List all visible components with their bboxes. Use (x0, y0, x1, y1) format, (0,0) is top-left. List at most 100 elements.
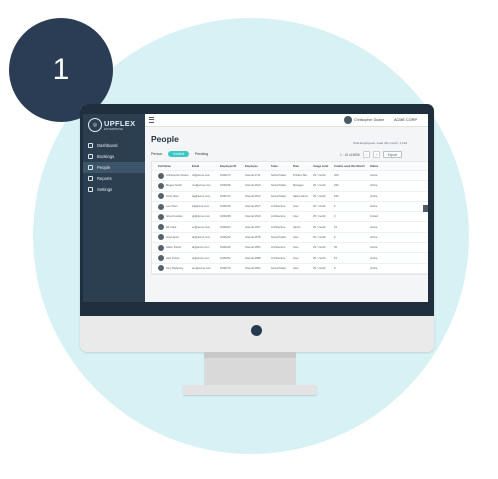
dashboard-icon (88, 143, 93, 148)
hamburger-menu-icon[interactable] (149, 117, 154, 123)
cell-status: Active (370, 225, 378, 229)
sidebar-item-dashboard[interactable]: Dashboard (83, 140, 145, 151)
table-row[interactable]: Alex Torres at@acme.com 1000252 Interval 46… (152, 253, 428, 264)
column-header-role[interactable]: Role (293, 165, 313, 168)
avatar (158, 244, 164, 251)
cell-name: Alex Torres (152, 255, 192, 262)
sidebar: ◎ UPFLEX ENTERPRISE Dashboard Bookings P… (83, 114, 145, 302)
cell-name: Megan Smith (152, 182, 192, 189)
table-row[interactable]: Leo Chen lc@acme.com 1000219 Interval 4617 A… (152, 202, 428, 213)
export-button[interactable]: Export (382, 151, 403, 158)
cell-credits: 15 (334, 225, 337, 229)
cell-name: Ed Clark (152, 224, 192, 231)
cell-usage-limit: 25 / month (313, 194, 326, 198)
pagination: 1 - 10 of 8096 ‹ › Export (340, 151, 403, 158)
cell-credits: 180 (334, 194, 339, 198)
cell-role: Sales Admin (293, 194, 308, 198)
cell-team: Architecture (271, 205, 286, 209)
column-header-credits[interactable]: Credits used this Month (334, 165, 370, 168)
tab-person[interactable]: Person (151, 152, 162, 156)
table-row[interactable]: Christopher Duane cd@acme.com 1000274 Inter… (152, 171, 428, 182)
page-info: Total Employees: used this month: 1,124 (353, 141, 408, 145)
cell-name: Christopher Duane (152, 172, 192, 179)
cell-employee: Interval 4678 (245, 235, 261, 239)
cell-employee-id: 1000238 (220, 215, 231, 219)
cell-role: User (293, 256, 299, 260)
cell-email: cd@acme.com (192, 174, 210, 178)
cell-employee: Interval 4613 (245, 184, 261, 188)
cell-employee: Interval 4627 (245, 225, 261, 229)
person-name: Alex Torres (166, 256, 180, 260)
cell-employee-id: 1000224 (220, 225, 231, 229)
cell-name: Gina Knowles (152, 213, 192, 220)
table-row[interactable]: Megan Smith ms@acme.com 1000198 Interval 46… (152, 181, 428, 192)
cell-team: Social Tasks (271, 235, 286, 239)
people-icon (88, 165, 93, 170)
cell-status: Active (370, 174, 378, 178)
cell-employee-id: 1000274 (220, 174, 231, 178)
cell-usage-limit: 25 / month (313, 235, 326, 239)
sidebar-item-label: People (97, 165, 111, 170)
cell-name: Adam Fisher (152, 244, 192, 251)
monitor-power-dot (251, 325, 262, 336)
table-row[interactable]: Amy Mahoney am@acme.com 1000270 Interval 46… (152, 264, 428, 274)
user-name[interactable]: Christopher Duane (354, 118, 384, 122)
cell-status: Active (370, 246, 378, 250)
table-body: Christopher Duane cd@acme.com 1000274 Inter… (152, 171, 428, 274)
logo-text: UPFLEX (104, 118, 136, 128)
cell-role: Admin (293, 225, 301, 229)
person-name: Ana Harris (166, 235, 179, 239)
cell-credits: 320 (334, 174, 339, 178)
cell-employee-id: 1000249 (220, 246, 231, 250)
reports-icon (88, 176, 93, 181)
cell-credits: 45 (334, 246, 337, 250)
gear-icon (88, 187, 93, 192)
avatar (158, 203, 164, 210)
table-row[interactable]: Ed Clark ec@acme.com 1000224 Interval 4627 A… (152, 222, 428, 233)
sidebar-item-settings[interactable]: Settings (83, 184, 145, 195)
column-header-employee[interactable]: Employee (245, 165, 271, 168)
side-scroll-handle[interactable] (423, 205, 428, 212)
avatar (158, 182, 164, 189)
avatar (158, 265, 164, 272)
table-row[interactable]: Gina Knowles gk@acme.com 1000238 Interval 4… (152, 212, 428, 223)
column-header-usage-limit[interactable]: Usage Limit (313, 165, 334, 168)
sidebar-item-label: Settings (97, 187, 113, 192)
tab-invited[interactable]: Invited (168, 151, 189, 157)
cell-employee-id: 1000198 (220, 184, 231, 188)
prev-page-button[interactable]: ‹ (362, 151, 370, 158)
main-content: Christopher Duane ACME CORP People Total… (145, 114, 428, 302)
column-header-email[interactable]: Email (192, 165, 220, 168)
cell-usage-limit: 25 / month (313, 184, 326, 188)
people-tabs: Person Invited Pending (151, 151, 208, 157)
column-header-employee-id[interactable]: Employee ID (220, 165, 245, 168)
app-logo[interactable]: ◎ UPFLEX ENTERPRISE (88, 118, 135, 132)
table-row[interactable]: Ana Harris ah@acme.com 1000242 Interval 467… (152, 233, 428, 244)
cell-status: Active (370, 235, 378, 239)
company-name[interactable]: ACME CORP (394, 118, 417, 122)
cell-usage-limit: 25 / month (313, 266, 326, 270)
sidebar-item-people[interactable]: People (83, 162, 145, 173)
person-name: Andy Allen (166, 194, 179, 198)
cell-status: Invited (370, 215, 378, 219)
column-header-status[interactable]: Status (370, 165, 388, 168)
tab-pending[interactable]: Pending (195, 152, 208, 156)
cell-employee: Interval 4612 (245, 194, 261, 198)
cell-employee: Interval 4619 (245, 215, 261, 219)
next-page-button[interactable]: › (372, 151, 380, 158)
cell-email: lc@acme.com (192, 205, 210, 209)
cell-employee-id: 1000242 (220, 235, 231, 239)
sidebar-item-bookings[interactable]: Bookings (83, 151, 145, 162)
table-row[interactable]: Adam Fisher af@acme.com 1000249 Interval 46… (152, 243, 428, 254)
sidebar-item-reports[interactable]: Reports (83, 173, 145, 184)
avatar (158, 213, 164, 220)
column-header-team[interactable]: Team (271, 165, 293, 168)
table-row[interactable]: Andy Allen aa@acme.com 1000473 Interval 461… (152, 192, 428, 202)
cell-email: af@acme.com (192, 246, 210, 250)
cell-name: Leo Chen (152, 203, 192, 210)
cell-name: Amy Mahoney (152, 265, 192, 272)
user-avatar[interactable] (344, 116, 352, 124)
top-bar: Christopher Duane ACME CORP (145, 114, 428, 127)
cell-employee: Interval 4711 (245, 174, 261, 178)
column-header-name[interactable]: Full Name (152, 165, 192, 168)
